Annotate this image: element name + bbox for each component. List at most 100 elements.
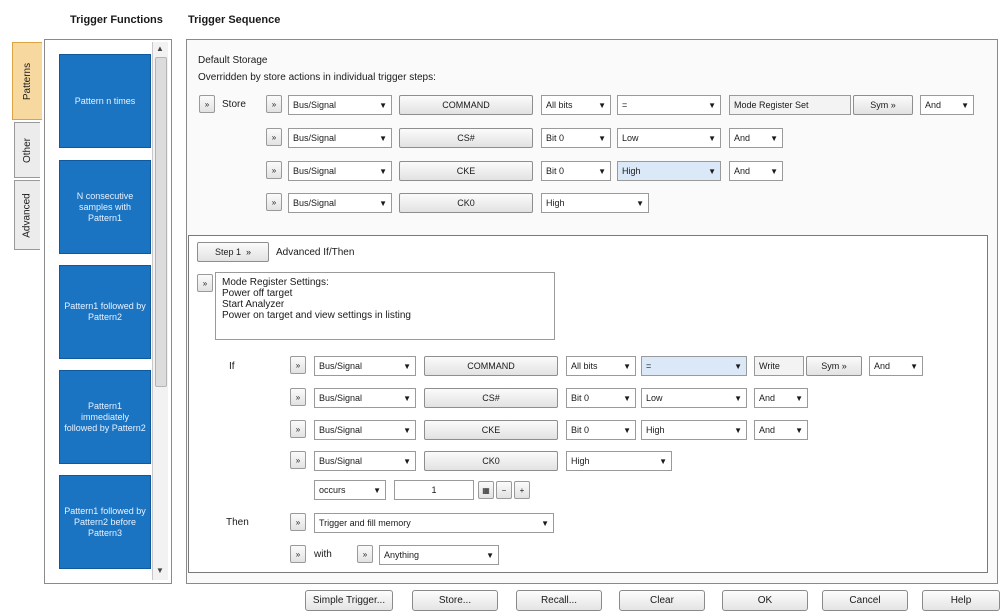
row-menu-button[interactable]: »	[266, 193, 282, 211]
store-button[interactable]: Store...	[412, 590, 498, 611]
row-menu-button[interactable]: »	[290, 420, 306, 438]
bits-select[interactable]: Bit 0 ▼	[566, 420, 636, 440]
clear-button[interactable]: Clear	[619, 590, 705, 611]
default-storage-title: Default Storage	[198, 55, 268, 66]
select-value: And	[734, 133, 751, 143]
row-menu-button[interactable]: »	[290, 451, 306, 469]
occurs-select[interactable]: occurs ▼	[314, 480, 386, 500]
signal-name-button[interactable]: CKE	[424, 420, 558, 440]
help-button[interactable]: Help	[922, 590, 1000, 611]
scroll-thumb[interactable]	[155, 57, 167, 387]
signal-type-select[interactable]: Bus/Signal ▼	[288, 161, 392, 181]
signal-type-select[interactable]: Bus/Signal ▼	[288, 95, 392, 115]
row-menu-button[interactable]: »	[266, 128, 282, 146]
logic-select[interactable]: And ▼	[729, 128, 783, 148]
decrement-button[interactable]: −	[496, 481, 512, 499]
dropdown-arrow-icon: ▼	[486, 550, 494, 560]
function-card[interactable]: Pattern1 followed by Pattern2 before Pat…	[59, 475, 151, 569]
store-label: Store	[222, 99, 246, 110]
storage-menu-button[interactable]: »	[199, 95, 215, 113]
operator-select[interactable]: Low ▼	[617, 128, 721, 148]
signal-type-select[interactable]: Bus/Signal ▼	[314, 420, 416, 440]
select-value: And	[874, 361, 891, 371]
step-menu-button[interactable]: »	[197, 274, 213, 292]
signal-name-button[interactable]: CS#	[424, 388, 558, 408]
description-line: Power on target and view settings in lis…	[222, 310, 411, 321]
level-select[interactable]: High ▼	[541, 193, 649, 213]
calculator-button[interactable]: ▦	[478, 481, 494, 499]
row-menu-button[interactable]: »	[266, 161, 282, 179]
signal-name-button[interactable]: CS#	[399, 128, 533, 148]
with-value-menu-button[interactable]: »	[357, 545, 373, 563]
select-value: =	[646, 361, 652, 371]
bits-select[interactable]: Bit 0 ▼	[541, 161, 611, 181]
sym-button[interactable]: Sym »	[853, 95, 913, 115]
bits-select[interactable]: All bits ▼	[541, 95, 611, 115]
double-chevron-icon: »	[295, 360, 301, 370]
action-select[interactable]: Trigger and fill memory ▼	[314, 513, 554, 533]
double-chevron-icon: »	[841, 361, 847, 371]
ok-button[interactable]: OK	[722, 590, 808, 611]
logic-select[interactable]: And ▼	[754, 420, 808, 440]
signal-type-select[interactable]: Bus/Signal ▼	[314, 356, 416, 376]
dropdown-arrow-icon: ▼	[734, 425, 742, 435]
with-select[interactable]: Anything ▼	[379, 545, 499, 565]
operator-select[interactable]: Low ▼	[641, 388, 747, 408]
tab-advanced[interactable]: Advanced	[14, 180, 40, 250]
signal-type-select[interactable]: Bus/Signal ▼	[288, 128, 392, 148]
button-label: Step 1	[214, 247, 241, 257]
signal-name-button[interactable]: CKE	[399, 161, 533, 181]
bits-select[interactable]: Bit 0 ▼	[541, 128, 611, 148]
signal-name-button[interactable]: COMMAND	[424, 356, 558, 376]
dropdown-arrow-icon: ▼	[403, 456, 411, 466]
row-menu-button[interactable]: »	[290, 356, 306, 374]
tab-patterns[interactable]: Patterns	[12, 42, 42, 120]
operator-select[interactable]: = ▼	[641, 356, 747, 376]
signal-name-button[interactable]: CK0	[424, 451, 558, 471]
logic-select[interactable]: And ▼	[729, 161, 783, 181]
action-menu-button[interactable]: »	[290, 513, 306, 531]
button-label: CS#	[457, 133, 475, 143]
button-label: CKE	[456, 166, 476, 176]
operator-select[interactable]: = ▼	[617, 95, 721, 115]
scroll-up-icon[interactable]: ▲	[156, 44, 164, 53]
with-menu-button[interactable]: »	[290, 545, 306, 563]
cancel-button[interactable]: Cancel	[822, 590, 908, 611]
row-menu-button[interactable]: »	[266, 95, 282, 113]
function-card[interactable]: Pattern n times	[59, 54, 151, 148]
recall-button[interactable]: Recall...	[516, 590, 602, 611]
scroll-down-icon[interactable]: ▼	[156, 566, 164, 575]
function-card[interactable]: Pattern1 immediately followed by Pattern…	[59, 370, 151, 464]
dropdown-arrow-icon: ▼	[636, 198, 644, 208]
function-card[interactable]: N consecutive samples with Pattern1	[59, 160, 151, 254]
row-menu-button[interactable]: »	[290, 388, 306, 406]
occurs-count-input[interactable]: 1	[394, 480, 474, 500]
minus-icon: −	[501, 485, 507, 495]
signal-type-select[interactable]: Bus/Signal ▼	[314, 451, 416, 471]
signal-name-button[interactable]: COMMAND	[399, 95, 533, 115]
simple-trigger-button[interactable]: Simple Trigger...	[305, 590, 393, 611]
operator-select[interactable]: High ▼	[641, 420, 747, 440]
function-card[interactable]: Pattern1 followed by Pattern2	[59, 265, 151, 359]
logic-select[interactable]: And ▼	[920, 95, 974, 115]
tab-other[interactable]: Other	[14, 122, 40, 178]
bits-select[interactable]: All bits ▼	[566, 356, 636, 376]
step-selector-button[interactable]: Step 1 »	[197, 242, 269, 262]
operator-select[interactable]: High ▼	[617, 161, 721, 181]
function-list-scrollbar[interactable]: ▲ ▼	[152, 42, 168, 580]
signal-type-select[interactable]: Bus/Signal ▼	[288, 193, 392, 213]
description-line: Mode Register Settings:	[222, 277, 329, 288]
logic-select[interactable]: And ▼	[754, 388, 808, 408]
step-description[interactable]: Mode Register Settings: Power off target…	[215, 272, 555, 340]
double-chevron-icon: »	[295, 549, 301, 559]
level-select[interactable]: High ▼	[566, 451, 672, 471]
value-field[interactable]: Mode Register Set	[729, 95, 851, 115]
select-value: And	[925, 100, 942, 110]
logic-select[interactable]: And ▼	[869, 356, 923, 376]
signal-name-button[interactable]: CK0	[399, 193, 533, 213]
signal-type-select[interactable]: Bus/Signal ▼	[314, 388, 416, 408]
increment-button[interactable]: +	[514, 481, 530, 499]
sym-button[interactable]: Sym »	[806, 356, 862, 376]
bits-select[interactable]: Bit 0 ▼	[566, 388, 636, 408]
value-field[interactable]: Write	[754, 356, 804, 376]
